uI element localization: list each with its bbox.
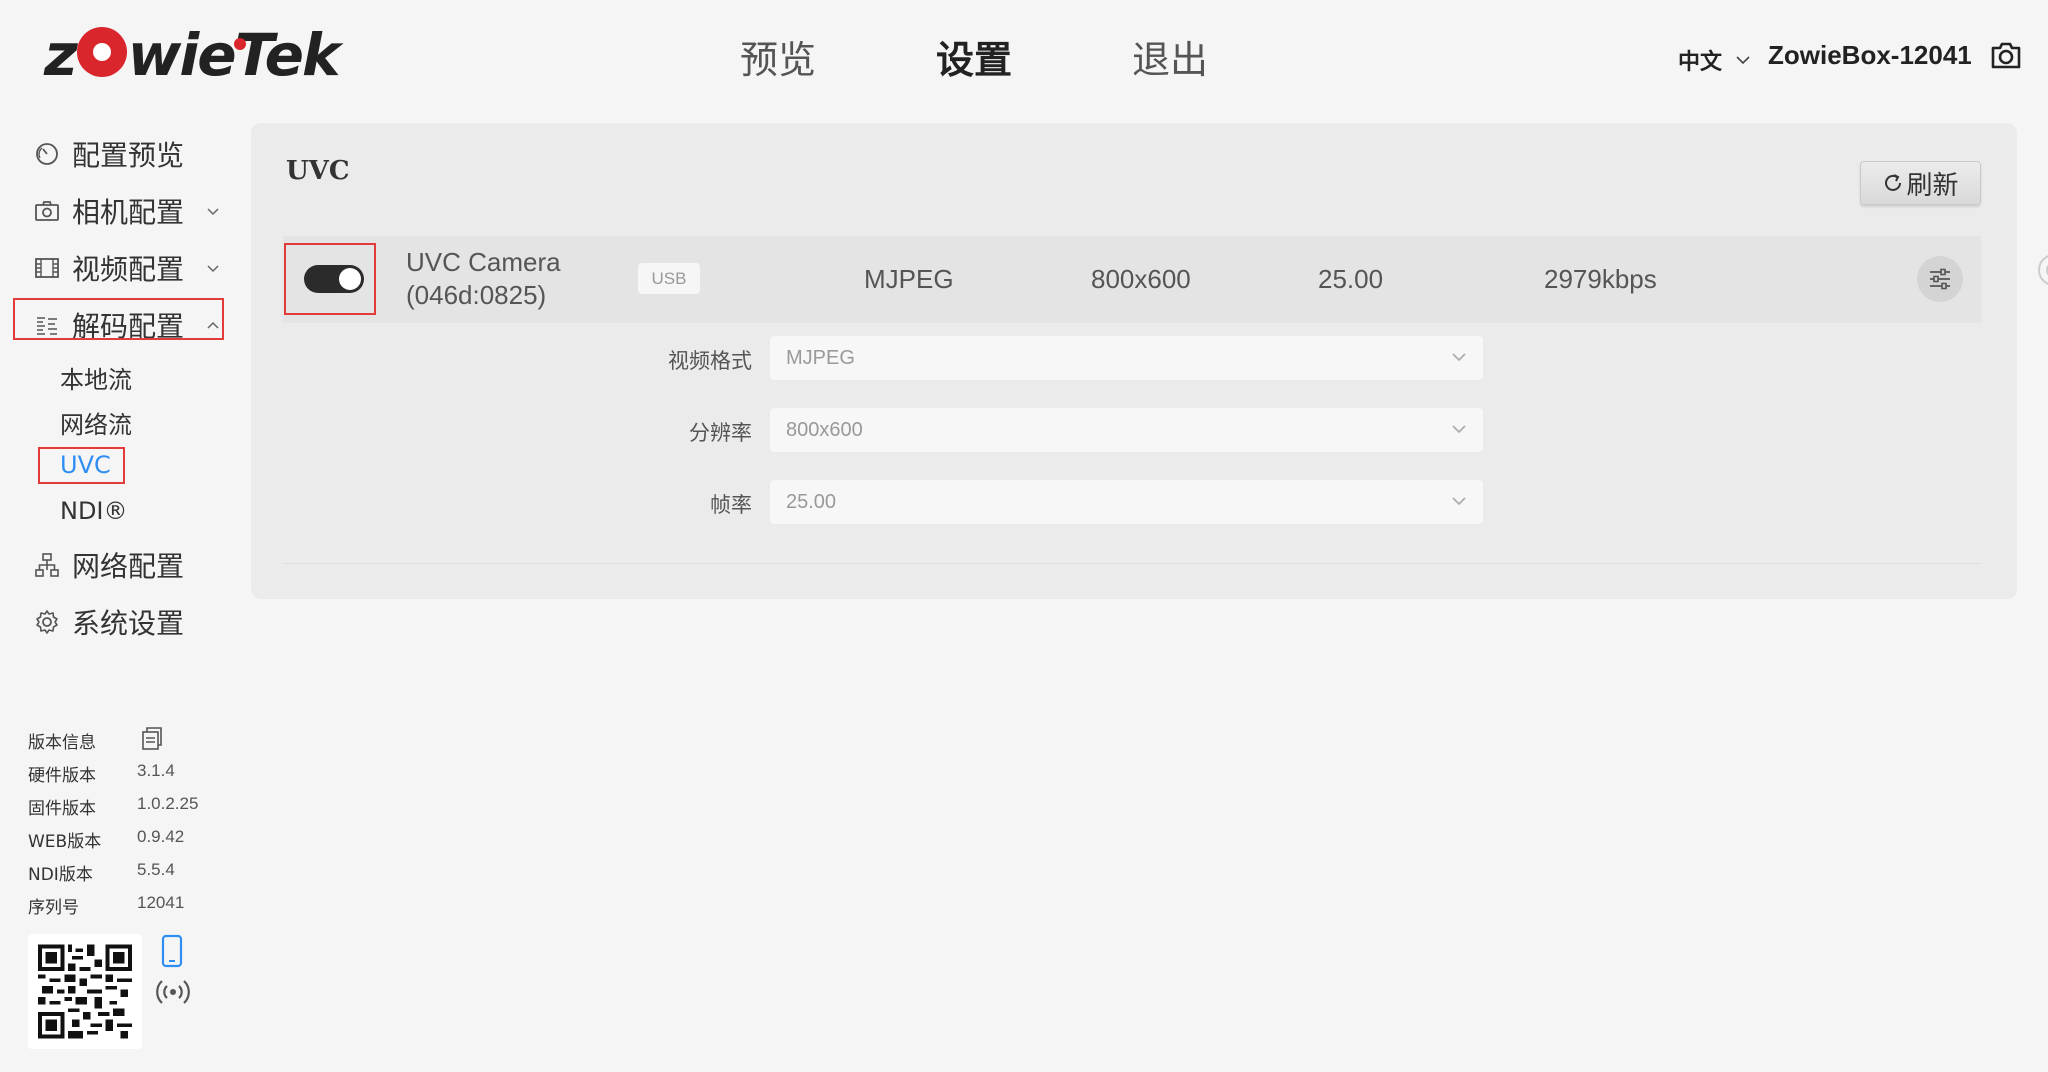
refresh-icon [1885, 174, 1902, 191]
sliders-icon [1930, 268, 1950, 290]
sidebar-item-label: 相机配置 [72, 196, 185, 229]
fps-select[interactable]: 25.00 [770, 480, 1483, 524]
chevron-down-icon [1452, 497, 1466, 506]
resolution-label: 分辨率 [689, 421, 752, 445]
chevron-down-icon [207, 265, 219, 273]
refresh-label: 刷新 [1906, 170, 1959, 201]
chevron-down-icon [1736, 56, 1750, 65]
resolution-select[interactable]: 800x600 [770, 408, 1483, 452]
chevron-down-icon [1452, 425, 1466, 434]
logo-wordmark: z wieTek [44, 21, 341, 89]
format-select-value: MJPEG [786, 346, 855, 369]
fps-label: 帧率 [710, 493, 752, 517]
nav-settings[interactable]: 设置 [936, 30, 1012, 90]
gear-icon [36, 610, 58, 634]
camera-icon [35, 201, 59, 221]
device-resolution: 800x600 [1091, 264, 1191, 294]
sub-item-local-stream[interactable]: 本地流 [60, 360, 132, 395]
nav-preview[interactable]: 预览 [740, 30, 816, 90]
highlight-box-uvc [38, 447, 125, 484]
sub-item-network-stream[interactable]: 网络流 [60, 405, 132, 440]
web-version-label: WEB版本 [28, 832, 102, 852]
camera-icon[interactable] [1990, 40, 2022, 70]
panel-title: UVC [286, 156, 350, 186]
sidebar-item-camera[interactable]: 相机配置 [34, 191, 220, 231]
sub-item-ndi[interactable]: NDI® [60, 497, 128, 525]
language-label: 中文 [1678, 49, 1723, 74]
top-nav: 预览 设置 退出 [740, 30, 1328, 90]
hardware-version-label: 硬件版本 [28, 766, 96, 786]
format-label: 视频格式 [668, 349, 752, 373]
camera-name: UVC Camera (046d:0825) [406, 246, 561, 312]
ndi-version-label: NDI版本 [28, 865, 93, 885]
camera-name-line1: UVC Camera [406, 247, 561, 277]
sidebar-item-network[interactable]: 网络配置 [34, 545, 184, 585]
logo-dot [234, 38, 246, 50]
gear-icon[interactable] [2030, 250, 2048, 290]
sidebar-item-overview[interactable]: 配置预览 [34, 134, 184, 174]
film-icon [35, 258, 59, 278]
gauge-icon [36, 143, 58, 165]
version-info-title: 版本信息 [28, 733, 96, 753]
chevron-down-icon [207, 208, 219, 216]
camera-name-line2: (046d:0825) [406, 280, 547, 310]
nav-logout[interactable]: 退出 [1132, 30, 1208, 90]
firmware-version-label: 固件版本 [28, 799, 96, 819]
device-settings-button[interactable] [1917, 256, 1963, 302]
device-bitrate: 2979kbps [1544, 264, 1657, 294]
sidebar-item-video[interactable]: 视频配置 [34, 248, 220, 288]
firmware-version-value: 1.0.2.25 [137, 794, 199, 813]
resolution-select-value: 800x600 [786, 418, 863, 441]
refresh-button[interactable]: 刷新 [1860, 161, 1981, 205]
network-icon [35, 553, 59, 577]
sidebar-item-label: 系统设置 [72, 607, 185, 640]
uvc-enable-toggle[interactable] [304, 265, 364, 293]
web-version-value: 0.9.42 [137, 827, 185, 846]
language-selector[interactable]: 中文 [1678, 44, 1750, 76]
interface-badge: USB [638, 263, 700, 294]
phone-icon[interactable] [161, 934, 183, 968]
ndi-version-value: 5.5.4 [137, 860, 175, 879]
serial-number-value: 12041 [137, 893, 185, 912]
copy-icon[interactable] [141, 726, 163, 750]
sidebar-item-label: 配置预览 [72, 139, 185, 172]
highlight-box-decode [13, 298, 224, 340]
device-format: MJPEG [864, 264, 954, 294]
serial-number-label: 序列号 [28, 898, 79, 918]
sidebar-item-label: 网络配置 [72, 550, 185, 583]
fps-select-value: 25.00 [786, 490, 837, 513]
chevron-down-icon [1452, 353, 1466, 362]
zowietek-logo: z wieTek [44, 22, 344, 88]
panel-divider [283, 563, 1981, 564]
sidebar-item-label: 视频配置 [72, 253, 185, 286]
device-name: ZowieBox-12041 [1768, 40, 1972, 70]
sidebar-item-system[interactable]: 系统设置 [34, 602, 184, 642]
qr-code [28, 934, 142, 1049]
device-fps: 25.00 [1318, 264, 1384, 294]
wireless-signal-icon[interactable] [156, 978, 190, 1006]
format-select[interactable]: MJPEG [770, 336, 1483, 380]
hardware-version-value: 3.1.4 [137, 761, 175, 780]
